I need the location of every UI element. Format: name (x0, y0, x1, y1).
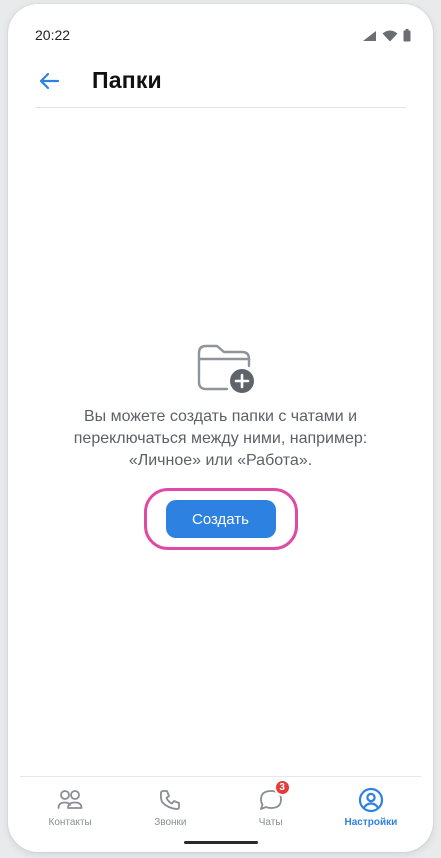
arrow-left-icon (38, 72, 60, 95)
contacts-icon (56, 786, 84, 814)
bottom-nav: Контакты Звонки 3 Чаты Настройки (20, 776, 421, 836)
nav-item-settings[interactable]: Настройки (321, 777, 421, 836)
folder-add-icon (193, 339, 257, 395)
chat-icon: 3 (257, 779, 291, 814)
settings-icon (357, 786, 385, 814)
page-title: Папки (92, 67, 162, 93)
wifi-icon (382, 29, 398, 47)
nav-item-calls[interactable]: Звонки (120, 777, 220, 836)
nav-label-calls: Звонки (154, 817, 187, 828)
nav-label-settings: Настройки (344, 817, 398, 828)
unread-badge: 3 (273, 779, 291, 796)
phone-icon (156, 786, 184, 814)
signal-icon (362, 29, 377, 47)
empty-state-text: Вы можете создать папки с чатами и перек… (73, 408, 368, 469)
status-time: 20:22 (35, 27, 71, 43)
nav-label-contacts: Контакты (48, 817, 92, 828)
top-bar: Папки (8, 62, 433, 110)
phone-screen: 20:22 Папки Вы можете создать папки с ча… (8, 4, 433, 852)
nav-label-chats: Чаты (258, 817, 283, 828)
nav-item-chats[interactable]: 3 Чаты (221, 777, 321, 836)
battery-icon (403, 29, 411, 47)
status-bar: 20:22 (8, 4, 433, 62)
create-folder-button[interactable]: Создать (165, 500, 276, 538)
header-divider (35, 107, 406, 108)
home-indicator[interactable] (184, 841, 258, 844)
empty-state: Вы можете создать папки с чатами и перек… (8, 339, 433, 550)
status-icons (362, 29, 411, 47)
highlight-outline: Создать (143, 488, 298, 550)
back-button[interactable] (36, 70, 62, 96)
nav-item-contacts[interactable]: Контакты (20, 777, 120, 836)
